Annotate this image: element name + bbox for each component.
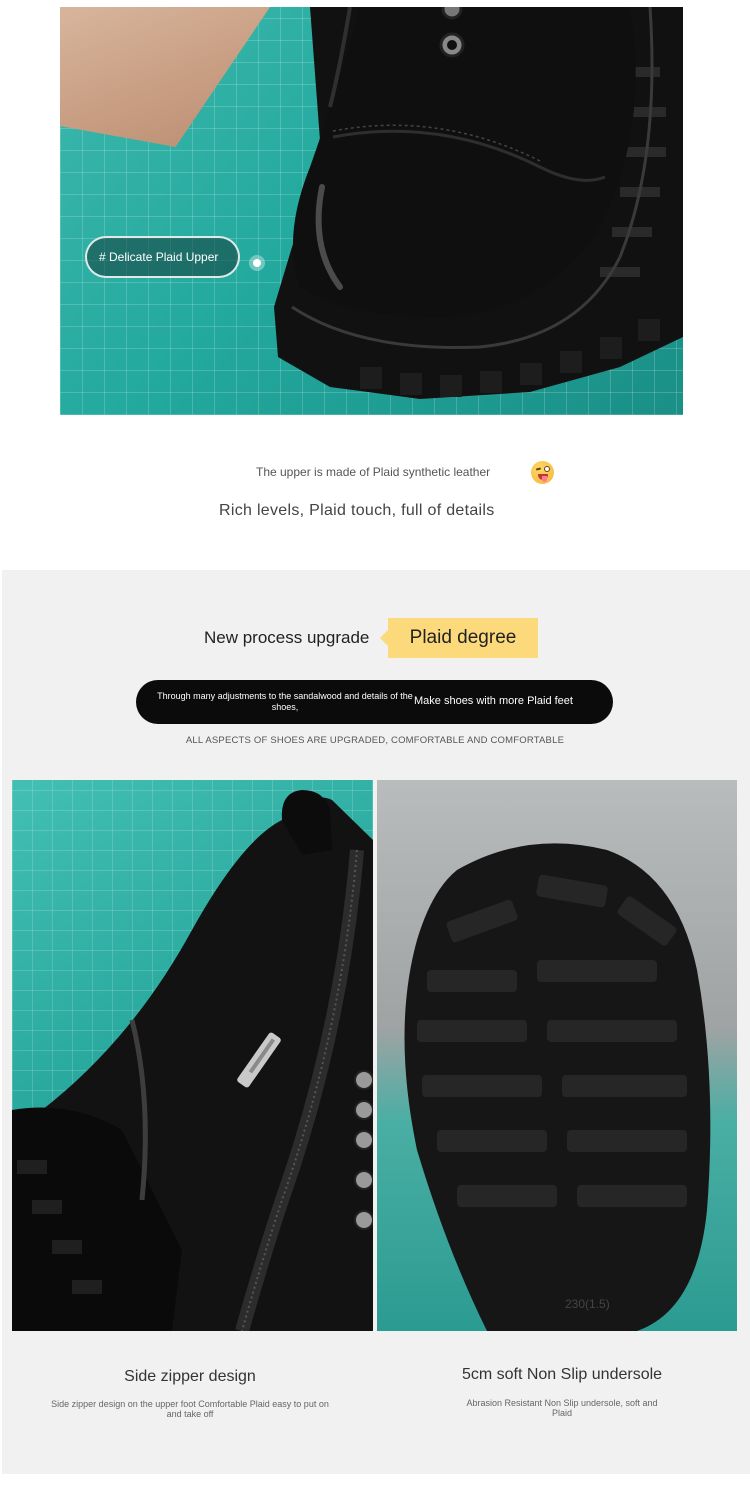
boot-toe-illustration	[274, 7, 683, 399]
side-zipper-photo	[12, 780, 373, 1331]
hero-boot-toe-photo: # Delicate Plaid Upper	[60, 7, 683, 415]
upgrade-label: New process upgrade	[204, 628, 370, 647]
upgrade-subtitle: ALL ASPECTS OF SHOES ARE UPGRADED, COMFO…	[185, 735, 565, 746]
detail-caption: Rich levels, Plaid touch, full of detail…	[219, 502, 495, 519]
outsole-photo: 230(1.5)	[377, 780, 737, 1331]
feature-title-undersole: 5cm soft Non Slip undersole	[461, 1366, 663, 1383]
feature-tag-pill: # Delicate Plaid Upper	[85, 236, 241, 278]
upgrade-banner-left-text: Through many adjustments to the sandalwo…	[157, 691, 413, 712]
material-caption: The upper is made of Plaid synthetic lea…	[256, 465, 491, 479]
upgrade-banner-right-text: Make shoes with more Plaid feet	[414, 695, 573, 707]
outsole-illustration: 230(1.5)	[404, 843, 711, 1331]
feature-title-zipper: Side zipper design	[124, 1368, 256, 1385]
winking-tongue-face-emoji-icon	[531, 461, 554, 484]
feature-desc-zipper: Side zipper design on the upper foot Com…	[51, 1399, 329, 1419]
upgrade-highlight-badge: Plaid degree	[380, 618, 538, 658]
upgrade-banner-pill: Through many adjustments to the sandalwo…	[136, 680, 613, 724]
sole-size-mark: 230(1.5)	[565, 1297, 610, 1311]
boot-zipper-illustration	[12, 790, 373, 1331]
hotspot-dot-icon[interactable]	[249, 255, 265, 271]
feature-desc-undersole: Abrasion Resistant Non Slip undersole, s…	[466, 1398, 658, 1418]
